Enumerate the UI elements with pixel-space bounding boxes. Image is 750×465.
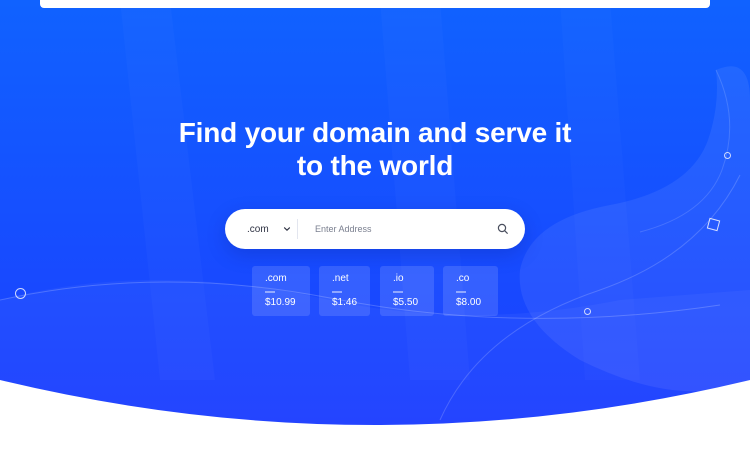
search-divider [297,219,298,239]
price-card-price: $10.99 [265,297,296,308]
top-panel-edge [40,0,710,8]
price-card-separator [393,291,403,293]
headline-line-1: Find your domain and serve it [178,117,572,148]
selected-tld: .com [247,223,269,235]
price-card-com[interactable]: .com $10.99 [252,266,310,316]
price-card-separator [265,291,275,293]
price-card-ext: .io [393,273,404,284]
hero-headline: Find your domain and serve it to the wor… [0,116,750,182]
hero-section: Find your domain and serve it to the wor… [0,0,750,465]
tld-dropdown[interactable]: .com [241,209,301,249]
price-card-ext: .co [456,273,470,284]
price-card-co[interactable]: .co $8.00 [443,266,498,316]
price-card-ext: .net [332,273,349,284]
price-card-io[interactable]: .io $5.50 [380,266,434,316]
price-card-net[interactable]: .net $1.46 [319,266,370,316]
chevron-down-icon [283,227,290,231]
price-card-separator [456,291,466,293]
price-card-price: $1.46 [332,297,358,308]
decorative-node-circle [724,152,731,159]
search-icon[interactable] [496,222,510,236]
price-card-price: $5.50 [393,297,419,308]
address-input[interactable] [315,219,495,239]
price-card-separator [332,291,342,293]
domain-search-bar: .com [225,209,525,249]
decorative-node-circle [584,308,591,315]
price-card-ext: .com [265,273,287,284]
headline-line-2: to the world [296,150,454,181]
price-card-price: $8.00 [456,297,482,308]
decorative-node-circle [15,288,26,299]
